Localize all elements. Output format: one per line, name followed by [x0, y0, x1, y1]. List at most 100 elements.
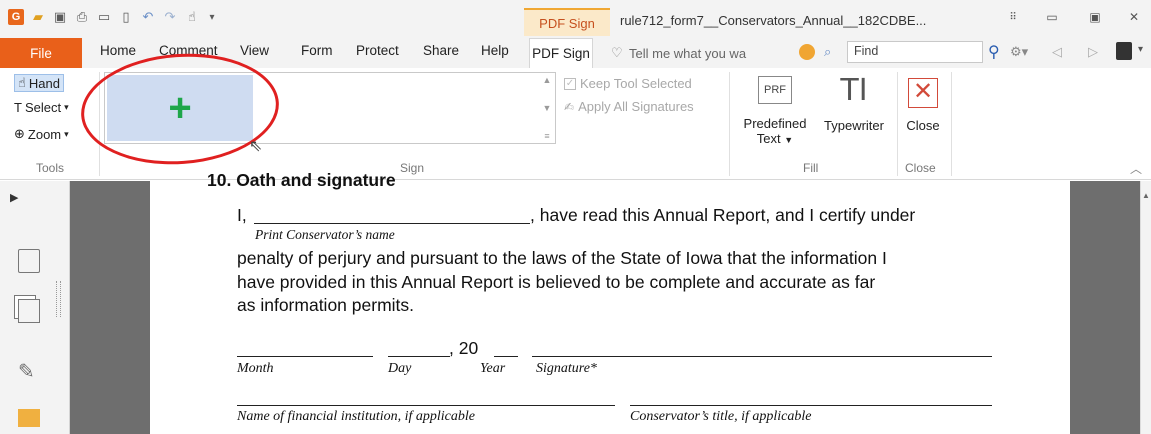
tools-group-label: Tools	[36, 161, 65, 175]
month-field-line[interactable]	[237, 356, 373, 357]
layers-icon[interactable]	[18, 299, 40, 323]
zoom-label: Zoom	[27, 126, 62, 142]
screen-icon[interactable]: ▭	[96, 9, 112, 25]
keep-tool-label: Keep Tool Selected	[580, 76, 692, 91]
new-doc-icon[interactable]: ▯	[118, 9, 134, 25]
checkbox-icon: ✓	[564, 77, 576, 90]
year-field-line[interactable]	[494, 356, 518, 357]
minimize-button[interactable]: ▭	[1042, 9, 1062, 25]
hand-label: Hand	[28, 75, 60, 91]
save-icon[interactable]: ▣	[52, 9, 68, 25]
find-input[interactable]: Find	[847, 41, 983, 63]
scroll-up-icon[interactable]: ▲	[1142, 191, 1150, 200]
tab-share[interactable]: Share	[423, 43, 459, 65]
user-avatar[interactable]	[1116, 42, 1132, 60]
sign-group-label: Sign	[400, 161, 425, 175]
hand-icon: ☝	[18, 75, 26, 90]
financial-institution-caption: Name of financial institution, if applic…	[237, 409, 475, 424]
pdf-page: 10. Oath and signature I, , have read th…	[150, 170, 1070, 434]
predefined-sub-label: Text	[756, 131, 781, 146]
next-arrow-icon[interactable]: ▷	[1088, 44, 1098, 60]
conservator-title-line[interactable]	[630, 405, 992, 406]
financial-institution-line[interactable]	[237, 405, 615, 406]
context-tab-pdf-sign: PDF Sign	[524, 8, 610, 36]
add-signature-button[interactable]: +	[107, 75, 253, 141]
comments-icon[interactable]	[18, 409, 40, 427]
tab-file[interactable]: File	[0, 38, 82, 68]
print-icon[interactable]: ⎙	[74, 9, 90, 25]
chevron-down-icon: ▾	[64, 102, 69, 112]
close-sign-button[interactable]: ✕ Close	[902, 78, 944, 133]
restore-layout-icon[interactable]: ⠿	[1003, 9, 1023, 25]
hand-tool-icon[interactable]: ☝	[184, 9, 200, 25]
oath-line1-prefix: I,	[237, 205, 247, 225]
gallery-scroll[interactable]: ▲ ▼ ≡	[541, 75, 553, 141]
signature-caption: Signature*	[536, 361, 597, 376]
apply-all-label: Apply All Signatures	[578, 99, 694, 114]
search-settings-icon[interactable]: ⌕	[824, 44, 831, 60]
undo-icon[interactable]: ↶	[140, 9, 156, 25]
print-name-line[interactable]	[254, 223, 530, 224]
plus-icon: +	[168, 85, 192, 130]
zoom-tool-button[interactable]: ⊕ Zoom ▾	[14, 126, 69, 142]
prev-arrow-icon[interactable]: ◁	[1052, 44, 1062, 60]
hand-tool-button[interactable]: ☝ Hand	[14, 74, 64, 92]
mouse-cursor-icon: ⇖	[249, 138, 263, 155]
tab-home[interactable]: Home	[100, 43, 136, 65]
day-field-line[interactable]	[388, 356, 450, 357]
predefined-text-icon: PRF	[758, 76, 792, 104]
open-folder-icon[interactable]: ▰	[30, 9, 46, 25]
divider	[99, 72, 100, 176]
divider	[951, 72, 952, 176]
select-text-icon: T	[14, 100, 22, 115]
left-navigation-panel: ▶ ✎	[0, 181, 70, 434]
divider	[729, 72, 730, 176]
expand-panel-icon[interactable]: ▶	[10, 191, 18, 204]
typewriter-icon: TI	[840, 73, 868, 108]
pages-icon[interactable]	[18, 249, 40, 273]
scroll-up-icon[interactable]: ▲	[543, 75, 552, 85]
fill-group-label: Fill	[803, 161, 819, 175]
scroll-down-icon[interactable]: ▼	[543, 103, 552, 113]
chevron-down-icon: ▾	[64, 128, 69, 139]
conservator-title-caption: Conservator’s title, if applicable	[630, 409, 812, 424]
gallery-expand-icon[interactable]: ≡	[544, 131, 549, 141]
tell-me-input[interactable]: Tell me what you wa	[629, 46, 746, 61]
tab-comment[interactable]: Comment	[159, 43, 218, 65]
document-title: rule712_form7__Conservators_Annual__182C…	[620, 13, 927, 28]
document-view: 10. Oath and signature I, , have read th…	[70, 170, 1140, 434]
day-caption: Day	[388, 361, 412, 376]
vertical-scrollbar[interactable]: ▲	[1140, 181, 1151, 434]
redo-icon[interactable]: ↷	[162, 9, 178, 25]
panel-resize-handle[interactable]	[56, 281, 61, 317]
zoom-icon: ⊕	[14, 126, 25, 141]
apply-all-signatures-button[interactable]: ✍ Apply All Signatures	[564, 99, 694, 114]
tab-protect[interactable]: Protect	[356, 43, 399, 65]
year-caption: Year	[480, 361, 506, 376]
tab-pdf-sign[interactable]: PDF Sign	[529, 38, 593, 68]
select-tool-button[interactable]: T Select ▾	[14, 100, 69, 115]
feedback-icon[interactable]	[799, 44, 815, 60]
customize-dropdown-icon[interactable]: ▾	[204, 9, 220, 25]
collapse-ribbon-icon[interactable]: ︿	[1130, 160, 1142, 177]
close-window-button[interactable]: ✕	[1124, 9, 1144, 25]
month-caption: Month	[237, 361, 274, 376]
search-icon[interactable]: ⚲	[988, 42, 1000, 62]
account-dropdown-icon[interactable]: ▾	[1138, 44, 1143, 55]
close-label: Close	[906, 118, 940, 133]
tab-view[interactable]: View	[240, 43, 269, 65]
oath-paragraph-line: as information permits.	[237, 295, 415, 315]
maximize-button[interactable]: ▣	[1085, 9, 1105, 25]
tab-form[interactable]: Form	[301, 43, 333, 65]
signature-field-line[interactable]	[532, 356, 992, 357]
settings-gear-icon[interactable]: ⚙▾	[1010, 44, 1028, 60]
typewriter-button[interactable]: TI Typewriter	[814, 73, 894, 134]
predefined-text-button[interactable]: PRF Predefined Text ▼	[736, 76, 814, 146]
oath-line1-suffix: , have read this Annual Report, and I ce…	[530, 205, 916, 225]
tab-help[interactable]: Help	[481, 43, 509, 65]
apply-signatures-icon: ✍	[564, 99, 575, 114]
keep-tool-selected-checkbox[interactable]: ✓ Keep Tool Selected	[564, 76, 692, 91]
signature-panel-icon[interactable]: ✎	[18, 359, 40, 383]
predefined-label: Predefined	[743, 116, 807, 131]
signature-gallery: + ▲ ▼ ≡	[104, 72, 556, 144]
